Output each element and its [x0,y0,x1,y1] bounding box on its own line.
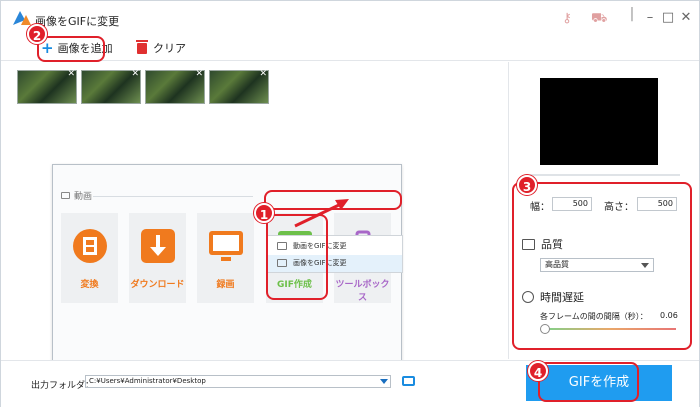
minimize-button[interactable]: – [641,9,659,27]
tile-download[interactable]: ダウンロード [129,213,186,303]
app-logo-icon [13,11,31,25]
toolbar: + 画像を追加 クリア [1,35,699,61]
output-folder-input[interactable]: C:¥Users¥Administrator¥Desktop [85,375,391,388]
tile-label: ツールボックス [335,280,390,303]
tile-convert[interactable]: 変換 [61,213,118,303]
badge-1: 1 [254,203,274,223]
tile-label: 録画 [216,280,235,290]
divider [93,196,253,197]
chevron-down-icon[interactable] [380,379,388,384]
tile-label: ダウンロード [130,280,185,290]
folder-icon[interactable] [402,376,415,386]
window-title: 画像をGIFに変更 [35,15,120,28]
close-button[interactable]: ✕ [677,9,695,27]
maximize-button[interactable]: □ [659,9,677,27]
arrow-icon [294,199,349,228]
tile-record[interactable]: 録画 [197,213,254,303]
remove-thumbnail-icon[interactable]: ✕ [67,69,75,79]
badge-2: 2 [27,24,47,44]
divider-icon: | [629,6,635,22]
clear-button[interactable]: クリア [136,39,186,56]
badge-3: 3 [517,175,537,195]
tile-label: 変換 [80,280,99,290]
image-thumbnail[interactable]: ✕ [145,69,205,104]
remove-thumbnail-icon[interactable]: ✕ [195,69,203,79]
preview-area [540,78,658,165]
callout-create-gif [538,362,639,402]
title-bar: 画像をGIFに変更 ⚷ ⛟ | – □ ✕ [1,1,699,35]
film-icon [73,229,107,263]
trash-icon [136,39,148,54]
image-thumbnail[interactable]: ✕ [209,69,269,104]
clear-label: クリア [153,42,186,55]
divider [530,174,680,176]
video-icon [61,192,70,199]
badge-4: 4 [528,361,548,381]
image-thumbnail[interactable]: ✕ [81,69,141,104]
image-thumbnail[interactable]: ✕ [17,69,77,104]
screen-record-icon [209,231,243,261]
remove-thumbnail-icon[interactable]: ✕ [259,69,267,79]
download-icon [141,229,175,263]
video-section-label: 動画 [61,189,92,202]
key-icon[interactable]: ⚷ [559,11,575,27]
cart-icon[interactable]: ⛟ [591,11,607,27]
remove-thumbnail-icon[interactable]: ✕ [131,69,139,79]
callout-settings [512,182,692,350]
callout-add-image [37,36,105,62]
app-window: 画像をGIFに変更 ⚷ ⛟ | – □ ✕ + 画像を追加 クリア ✕ ✕ ✕ … [0,0,700,407]
